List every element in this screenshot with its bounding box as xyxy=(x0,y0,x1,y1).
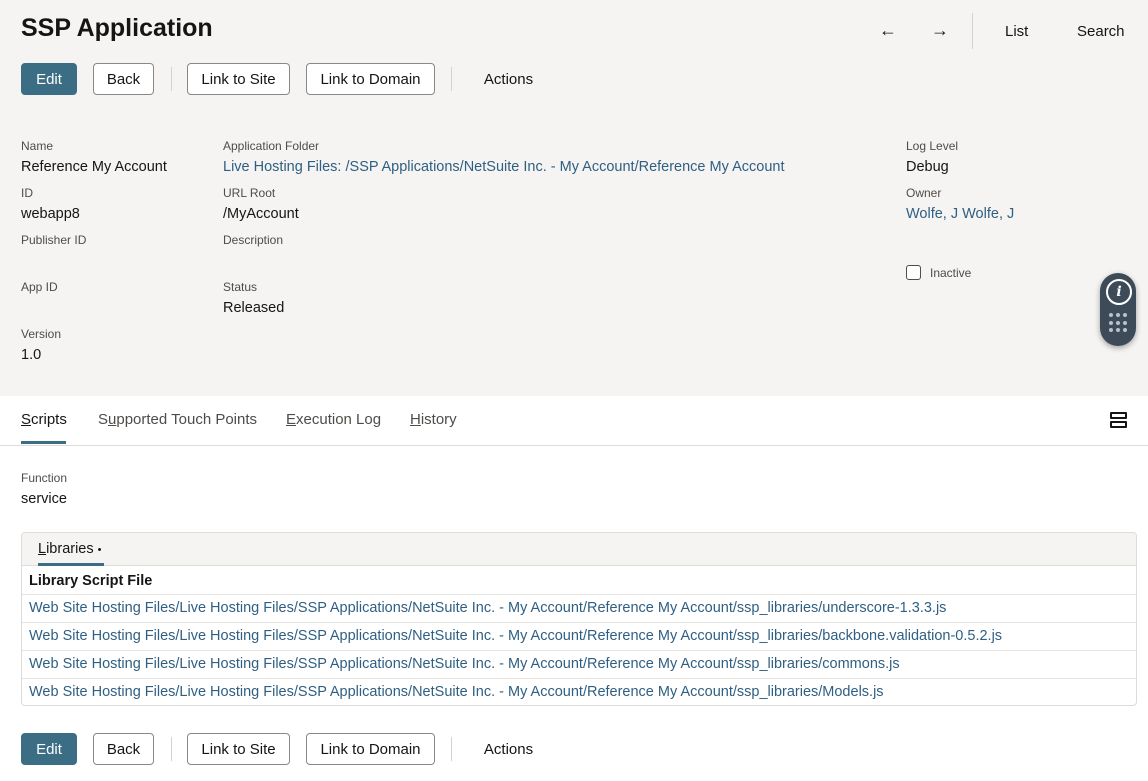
previous-record-arrow-icon[interactable]: ← xyxy=(879,20,897,41)
publisher-id-label: Publisher ID xyxy=(21,233,87,247)
log-level-value: Debug xyxy=(906,159,949,175)
active-tab-indicator xyxy=(21,441,66,444)
tab-supported-touch-points-first: S xyxy=(98,411,109,428)
actions-menu-button[interactable]: Actions xyxy=(471,733,546,765)
function-label: Function xyxy=(21,471,68,485)
library-file-link[interactable]: Web Site Hosting Files/Live Hosting File… xyxy=(29,600,946,616)
link-to-site-button[interactable]: Link to Site xyxy=(187,63,290,95)
tab-execution-log-label: xecution Log xyxy=(296,411,382,428)
tab-history-label: istory xyxy=(420,411,457,428)
url-root-label: URL Root xyxy=(223,186,276,200)
library-file-link[interactable]: Web Site Hosting Files/Live Hosting File… xyxy=(29,628,1002,644)
edit-button[interactable]: Edit xyxy=(21,63,77,95)
edit-button[interactable]: Edit xyxy=(21,733,77,765)
owner-link[interactable]: Wolfe, J Wolfe, J xyxy=(906,206,1014,222)
id-label: ID xyxy=(21,186,33,200)
button-divider xyxy=(451,737,452,761)
status-label: Status xyxy=(223,280,258,294)
nav-divider xyxy=(972,13,973,49)
button-divider xyxy=(451,67,452,91)
sublist-active-tab-indicator xyxy=(38,563,104,566)
link-to-site-button[interactable]: Link to Site xyxy=(187,733,290,765)
libraries-sublist: Libraries • Library Script File Web Site… xyxy=(21,532,1137,706)
table-row: Web Site Hosting Files/Live Hosting File… xyxy=(22,622,1136,650)
id-value: webapp8 xyxy=(21,206,80,222)
tab-history[interactable]: History xyxy=(410,411,457,428)
floating-tools-panel: i xyxy=(1100,273,1136,346)
tab-supported-touch-points-label: pported Touch Points xyxy=(116,411,258,428)
function-value: service xyxy=(21,491,67,507)
library-file-link[interactable]: Web Site Hosting Files/Live Hosting File… xyxy=(29,656,900,672)
link-to-domain-button[interactable]: Link to Domain xyxy=(306,63,435,95)
tab-libraries-marker: • xyxy=(97,544,102,556)
inactive-checkbox[interactable] xyxy=(906,265,921,280)
back-button[interactable]: Back xyxy=(93,733,154,765)
list-link[interactable]: List xyxy=(1005,23,1028,40)
next-record-arrow-icon[interactable]: → xyxy=(931,20,949,41)
button-divider xyxy=(171,67,172,91)
url-root-value: /MyAccount xyxy=(223,206,299,222)
tab-libraries[interactable]: Libraries • xyxy=(38,541,102,557)
version-label: Version xyxy=(21,327,62,341)
tab-scripts[interactable]: Scripts xyxy=(21,411,67,428)
library-file-link[interactable]: Web Site Hosting Files/Live Hosting File… xyxy=(29,684,884,700)
table-row: Web Site Hosting Files/Live Hosting File… xyxy=(22,678,1136,706)
application-folder-label: Application Folder xyxy=(223,139,320,153)
tab-libraries-label: ibraries xyxy=(46,541,94,557)
tab-libraries-accesskey: L xyxy=(38,541,47,557)
sublist-tab-bar: Libraries • xyxy=(22,533,1136,566)
tab-scripts-label: cripts xyxy=(31,411,67,428)
actions-menu-button[interactable]: Actions xyxy=(471,63,546,95)
grid-dots-icon[interactable] xyxy=(1109,313,1129,333)
tab-history-accesskey: H xyxy=(410,411,421,428)
status-value: Released xyxy=(223,300,285,316)
info-icon[interactable]: i xyxy=(1106,279,1132,305)
link-to-domain-button[interactable]: Link to Domain xyxy=(306,733,435,765)
record-header: SSP Application ← → List Search Edit Bac… xyxy=(0,0,1148,396)
layout-toggle-icon[interactable] xyxy=(1110,412,1127,428)
owner-label: Owner xyxy=(906,186,942,200)
tab-execution-log[interactable]: Execution Log xyxy=(286,411,381,428)
back-button[interactable]: Back xyxy=(93,63,154,95)
search-link[interactable]: Search xyxy=(1077,23,1125,40)
tab-scripts-accesskey: S xyxy=(21,411,32,428)
tab-supported-touch-points[interactable]: Supported Touch Points xyxy=(98,411,257,428)
app-id-label: App ID xyxy=(21,280,58,294)
name-value: Reference My Account xyxy=(21,159,167,175)
version-value: 1.0 xyxy=(21,347,42,363)
application-folder-link[interactable]: Live Hosting Files: /SSP Applications/Ne… xyxy=(223,159,784,175)
name-label: Name xyxy=(21,139,54,153)
log-level-label: Log Level xyxy=(906,139,959,153)
inactive-label: Inactive xyxy=(930,266,972,280)
subtab-bar: Scripts Supported Touch Points Execution… xyxy=(0,396,1148,446)
tab-execution-log-accesskey: E xyxy=(286,411,297,428)
table-row: Web Site Hosting Files/Live Hosting File… xyxy=(22,650,1136,678)
button-divider xyxy=(171,737,172,761)
description-label: Description xyxy=(223,233,284,247)
library-script-file-column-header: Library Script File xyxy=(29,573,153,589)
page-title: SSP Application xyxy=(21,14,213,42)
table-row: Web Site Hosting Files/Live Hosting File… xyxy=(22,594,1136,622)
